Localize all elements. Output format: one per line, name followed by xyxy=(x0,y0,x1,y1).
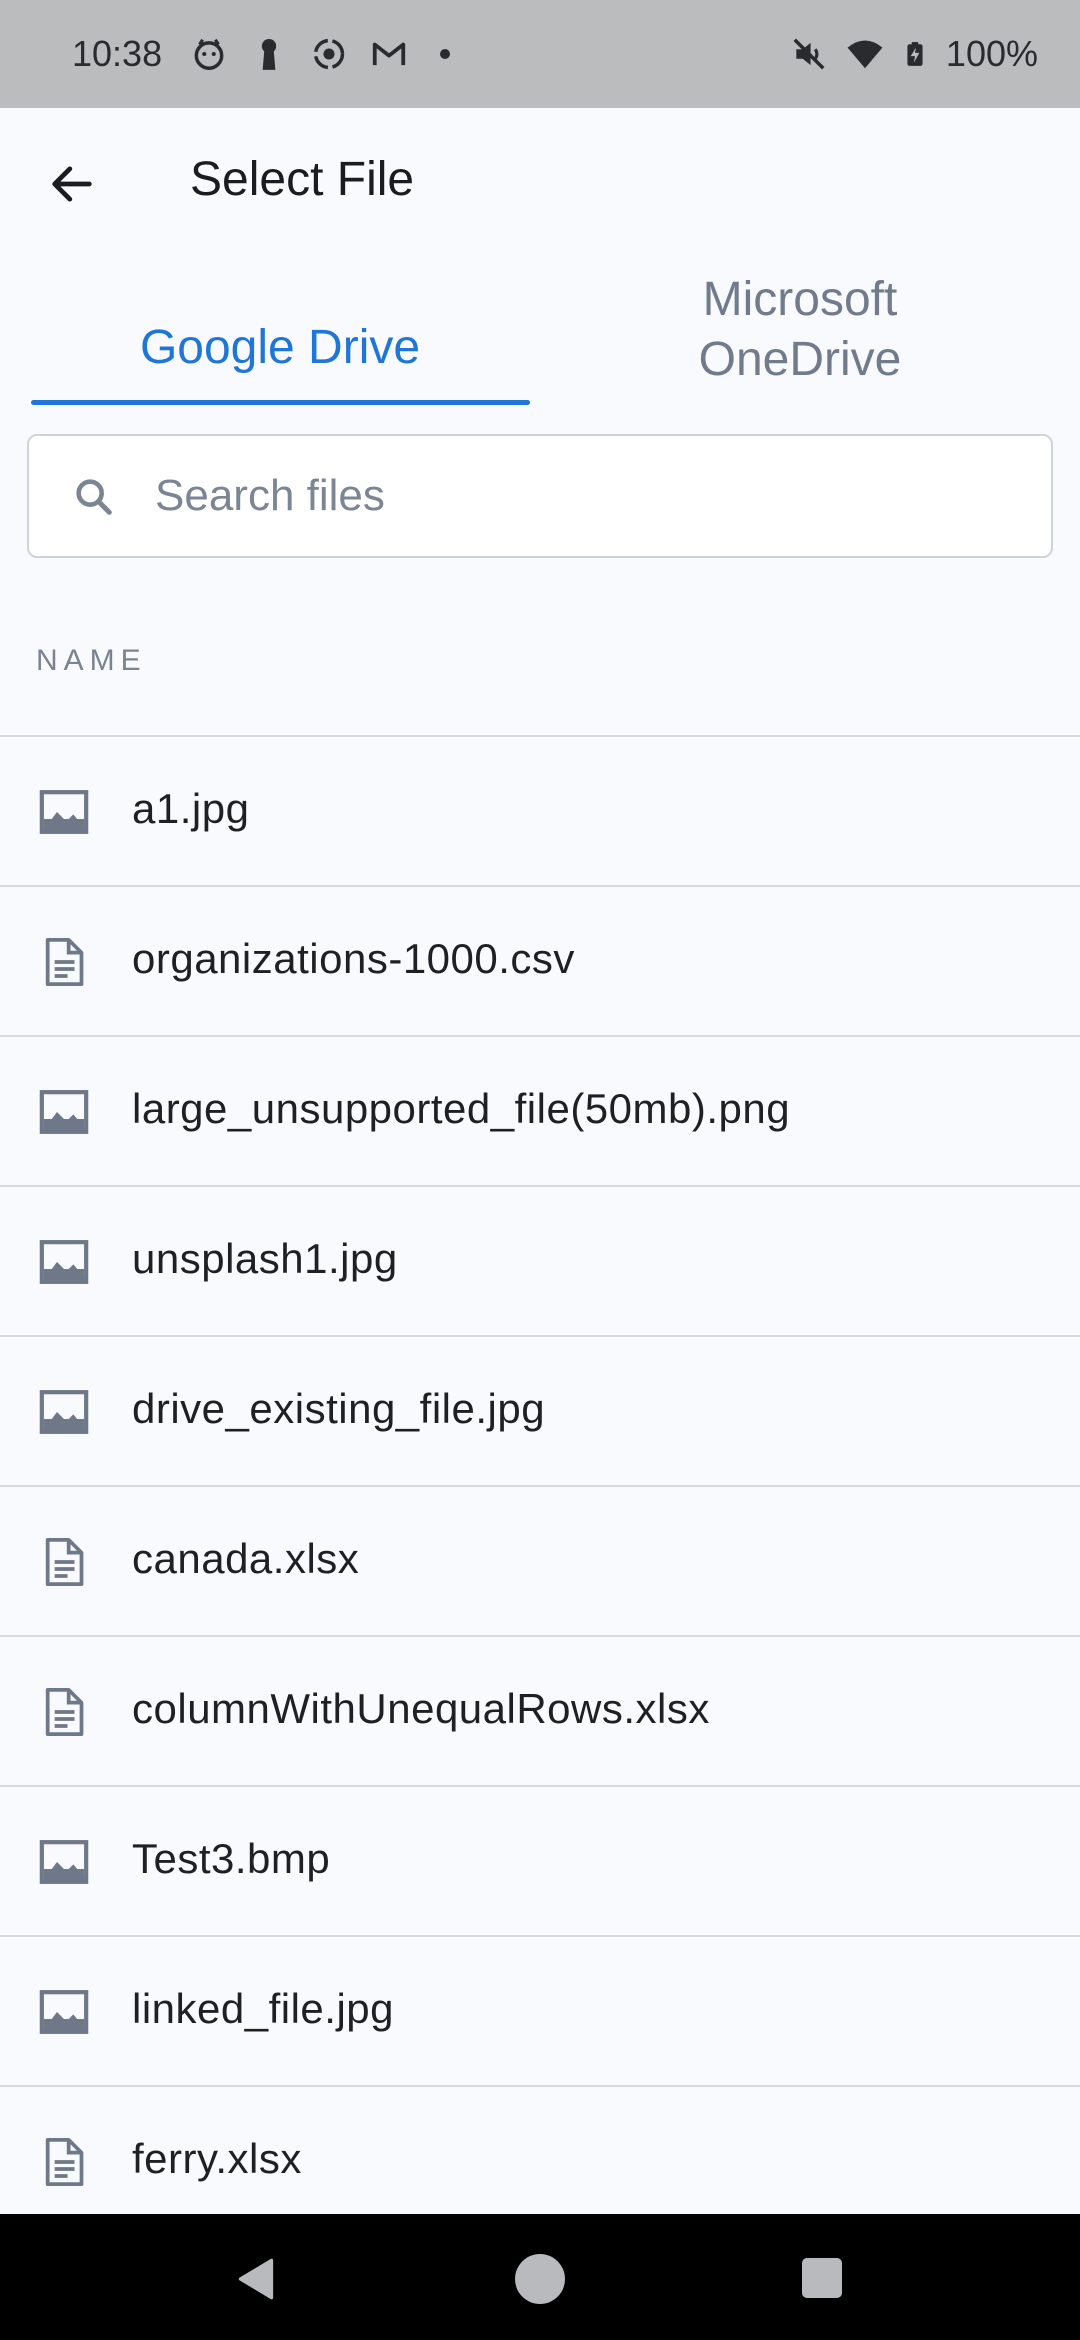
file-row[interactable]: columnWithUnequalRows.xlsx xyxy=(0,1637,1080,1787)
search-input[interactable] xyxy=(153,456,1013,536)
file-name: canada.xlsx xyxy=(132,1535,360,1582)
keyhole-icon xyxy=(261,38,277,70)
arrow-back-icon xyxy=(52,166,92,202)
battery-percentage: 100% xyxy=(945,33,1038,74)
file-name: drive_existing_file.jpg xyxy=(132,1385,546,1432)
mute-icon xyxy=(793,38,825,70)
document-icon xyxy=(36,1684,92,1740)
document-icon xyxy=(36,1534,92,1590)
search-icon xyxy=(76,479,112,515)
status-bar: 10:38 100% xyxy=(0,0,1080,108)
app-notification-icon xyxy=(194,38,224,70)
file-name: large_unsupported_file(50mb).png xyxy=(132,1085,791,1132)
file-list: a1.jpg organizations-1000.csv large_unsupp… xyxy=(0,737,1080,2237)
nav-recents-button[interactable] xyxy=(802,2258,842,2298)
app-bar: Select File xyxy=(0,108,1080,258)
file-name: ferry.xlsx xyxy=(132,2135,302,2182)
status-time: 10:38 xyxy=(72,33,163,74)
file-row[interactable]: Test3.bmp xyxy=(0,1787,1080,1937)
file-name: unsplash1.jpg xyxy=(132,1235,398,1282)
file-row[interactable]: linked_file.jpg xyxy=(0,1937,1080,2087)
tab-microsoft-onedrive[interactable]: Microsoft OneDrive xyxy=(550,255,1050,405)
file-row[interactable]: drive_existing_file.jpg xyxy=(0,1337,1080,1487)
column-header-name: NAME xyxy=(36,644,147,677)
more-notifications-dot xyxy=(440,49,451,59)
file-name: Test3.bmp xyxy=(132,1835,331,1882)
tab-label: Google Drive xyxy=(139,321,421,374)
source-tabs: Google Drive Microsoft OneDrive xyxy=(0,255,1080,405)
tab-indicator xyxy=(31,400,530,405)
wifi-icon xyxy=(847,40,883,69)
nav-home-button[interactable] xyxy=(515,2254,565,2304)
image-icon xyxy=(36,784,92,840)
search-box[interactable] xyxy=(27,434,1053,558)
tab-label: Microsoft OneDrive xyxy=(698,273,902,386)
image-icon xyxy=(36,1834,92,1890)
file-name: a1.jpg xyxy=(132,785,250,832)
file-row[interactable]: a1.jpg xyxy=(0,737,1080,887)
gmail-icon xyxy=(372,42,406,66)
file-row[interactable]: large_unsupported_file(50mb).png xyxy=(0,1037,1080,1187)
tab-google-drive[interactable]: Google Drive xyxy=(30,255,530,405)
file-name: linked_file.jpg xyxy=(132,1985,395,2032)
image-icon xyxy=(36,1384,92,1440)
image-icon xyxy=(36,1084,92,1140)
back-button[interactable] xyxy=(30,142,114,226)
image-icon xyxy=(36,1234,92,1290)
page-title: Select File xyxy=(190,153,415,206)
record-icon xyxy=(313,38,345,70)
file-row[interactable]: unsplash1.jpg xyxy=(0,1187,1080,1337)
file-name: organizations-1000.csv xyxy=(132,935,575,982)
file-row[interactable]: canada.xlsx xyxy=(0,1487,1080,1637)
nav-back-button[interactable] xyxy=(232,2254,282,2304)
document-icon xyxy=(36,934,92,990)
document-icon xyxy=(36,2134,92,2190)
navigation-bar xyxy=(0,2214,1080,2340)
battery-charging-icon xyxy=(907,42,923,66)
file-row[interactable]: organizations-1000.csv xyxy=(0,887,1080,1037)
image-icon xyxy=(36,1984,92,2040)
file-name: columnWithUnequalRows.xlsx xyxy=(132,1685,710,1732)
